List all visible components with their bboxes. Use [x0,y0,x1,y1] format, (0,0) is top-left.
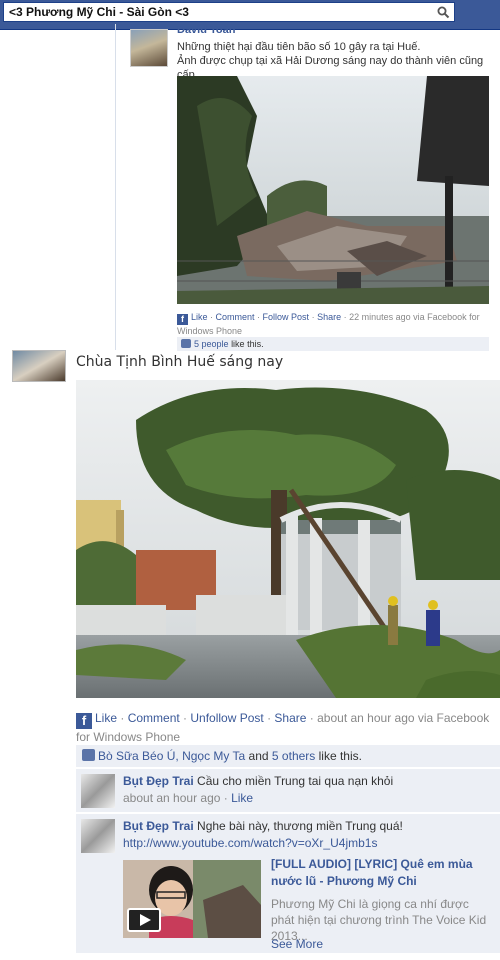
facebook-icon: f [177,314,188,325]
comment-timestamp: about an hour ago [123,791,221,805]
top-bar [0,0,500,30]
likes-suffix: like this. [231,339,264,349]
likes-summary: Bò Sữa Béo Ú, Ngọc My Ta and 5 others li… [76,745,500,767]
post-actions: f Like · Comment · Follow Post · Share · … [177,312,480,336]
post-actions: f Like · Comment · Unfollow Post · Share … [76,711,490,744]
likes-and: and [245,749,272,763]
like-link[interactable]: Like [191,312,208,322]
comment-text: Nghe bài này, thương miền Trung quá! [193,819,403,833]
post-photo[interactable] [177,76,489,304]
facebook-icon: f [76,713,92,729]
likes-suffix: like this. [315,749,362,763]
like-link[interactable]: Like [95,711,117,725]
avatar[interactable] [12,350,66,382]
comment-body: Bụt Đẹp Trai Cầu cho miền Trung tai qua … [123,774,394,805]
search-icon[interactable] [437,6,450,19]
pagoda-storm-photo [76,380,500,698]
share-link[interactable]: Share [274,711,306,725]
likers-others-link[interactable]: 5 others [272,749,315,763]
comment-avatar[interactable] [81,819,115,853]
post-title: Chùa Tịnh Bình Huế sáng nay [76,354,284,370]
comment-text: Cầu cho miền Trung tai qua nạn khỏi [193,774,394,788]
unfollow-post-link[interactable]: Unfollow Post [190,711,263,725]
comment-item: Bụt Đẹp Trai Nghe bài này, thương miền T… [76,813,500,953]
search-input[interactable] [9,5,429,19]
play-icon[interactable] [127,908,161,932]
comment-url-link[interactable]: http://www.youtube.com/watch?v=oXr_U4jmb… [123,836,377,850]
comment-avatar[interactable] [81,774,115,808]
comment-author[interactable]: Bụt Đẹp Trai [123,819,194,833]
thumbs-up-icon [181,339,191,348]
post-photo[interactable] [76,380,500,698]
video-thumbnail[interactable] [123,860,261,938]
see-more-link[interactable]: See More [271,937,323,951]
link-preview-card[interactable]: [FULL AUDIO] [LYRIC] Quê em mùa nước lũ … [123,857,495,951]
share-link[interactable]: Share [317,312,341,322]
follow-post-link[interactable]: Follow Post [263,312,310,322]
comment-author[interactable]: Bụt Đẹp Trai [123,774,194,788]
likers-names-link[interactable]: Bò Sữa Béo Ú, Ngọc My Ta [98,749,245,763]
post-author[interactable]: David Toàn [177,24,235,36]
feed-divider [115,24,116,350]
likes-summary: 5 people like this. [177,337,489,351]
comment-link[interactable]: Comment [216,312,255,322]
comment-item: Bụt Đẹp Trai Cầu cho miền Trung tai qua … [76,768,500,812]
link-title[interactable]: [FULL AUDIO] [LYRIC] Quê em mùa nước lũ … [271,856,495,890]
post-text-line: Những thiệt hại đầu tiên bão số 10 gây r… [177,41,421,53]
comment-link[interactable]: Comment [128,711,180,725]
search-box[interactable] [3,2,455,22]
avatar[interactable] [130,29,168,67]
storm-damage-photo [177,76,489,304]
thumbs-up-icon [82,749,95,761]
likers-link[interactable]: 5 people [194,339,229,349]
comment-like-link[interactable]: Like [231,791,253,805]
comment-body: Bụt Đẹp Trai Nghe bài này, thương miền T… [123,818,495,852]
